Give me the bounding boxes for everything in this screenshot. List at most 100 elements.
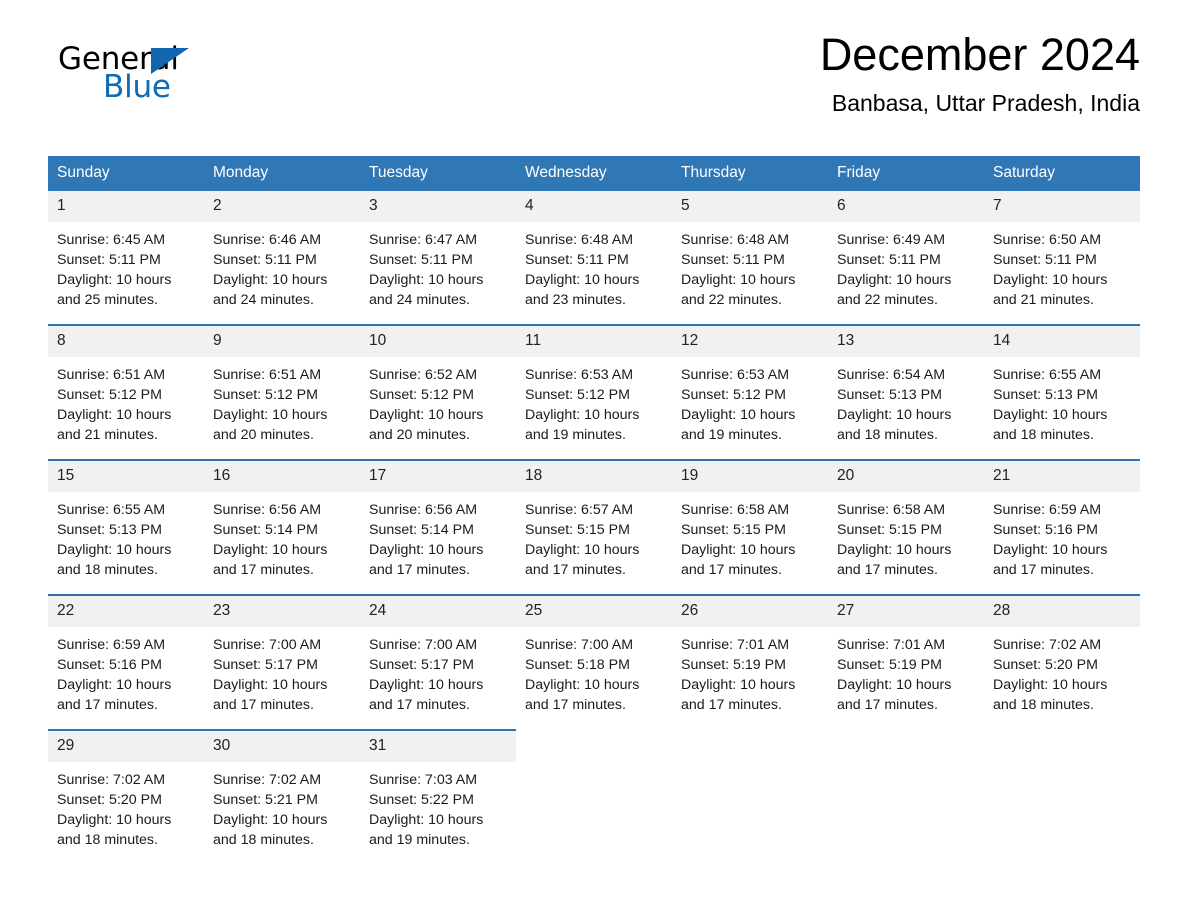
day-number: 17 [360,461,516,492]
calendar-day-cell[interactable]: 16 Sunrise: 6:56 AM Sunset: 5:14 PM Dayligh… [204,459,360,595]
daylight-text-line1: Daylight: 10 hours [57,677,172,693]
calendar-day-cell[interactable]: 6 Sunrise: 6:49 AM Sunset: 5:11 PM Daylight… [828,191,984,325]
sunset-text: Sunset: 5:11 PM [837,252,941,268]
daylight-text-line1: Daylight: 10 hours [525,407,640,423]
calendar-day-cell[interactable]: 14 Sunrise: 6:55 AM Sunset: 5:13 PM Dayligh… [984,324,1140,460]
calendar-day-cell[interactable]: 4 Sunrise: 6:48 AM Sunset: 5:11 PM Daylight… [516,191,672,325]
daylight-text-line2: and 17 minutes. [525,697,626,713]
calendar-day-cell[interactable]: 12 Sunrise: 6:53 AM Sunset: 5:12 PM Dayligh… [672,324,828,460]
daylight-text-line1: Daylight: 10 hours [681,542,796,558]
day-details: Sunrise: 6:50 AM Sunset: 5:11 PM Daylight:… [984,222,1140,310]
sunset-text: Sunset: 5:13 PM [993,387,1098,403]
calendar-day-cell[interactable]: 8 Sunrise: 6:51 AM Sunset: 5:12 PM Daylight… [48,324,204,460]
calendar-day-cell[interactable]: 22 Sunrise: 6:59 AM Sunset: 5:16 PM Dayligh… [48,594,204,730]
sunrise-text: Sunrise: 7:02 AM [57,772,166,788]
day-number: 11 [516,326,672,357]
calendar-day-cell[interactable]: 24 Sunrise: 7:00 AM Sunset: 5:17 PM Dayligh… [360,594,516,730]
calendar-day-cell[interactable]: 30 Sunrise: 7:02 AM Sunset: 5:21 PM Dayligh… [204,729,360,864]
weekday-header-wednesday: Wednesday [516,156,672,191]
daylight-text-line1: Daylight: 10 hours [837,407,952,423]
day-number: 21 [984,461,1140,492]
daylight-text-line2: and 17 minutes. [681,697,782,713]
calendar-day-cell[interactable]: 23 Sunrise: 7:00 AM Sunset: 5:17 PM Dayligh… [204,594,360,730]
calendar-day-cell[interactable]: 9 Sunrise: 6:51 AM Sunset: 5:12 PM Daylight… [204,324,360,460]
daylight-text-line1: Daylight: 10 hours [993,542,1108,558]
sunrise-text: Sunrise: 6:57 AM [525,502,634,518]
sunset-text: Sunset: 5:21 PM [213,792,318,808]
day-details: Sunrise: 7:02 AM Sunset: 5:21 PM Daylight:… [204,762,360,850]
sunset-text: Sunset: 5:13 PM [837,387,942,403]
calendar-day-cell[interactable]: 1 Sunrise: 6:45 AM Sunset: 5:11 PM Daylight… [48,191,204,325]
day-number: 9 [204,326,360,357]
sunset-text: Sunset: 5:15 PM [681,522,786,538]
daylight-text-line2: and 18 minutes. [993,427,1094,443]
calendar-day-cell[interactable]: 3 Sunrise: 6:47 AM Sunset: 5:11 PM Daylight… [360,191,516,325]
day-details: Sunrise: 6:51 AM Sunset: 5:12 PM Daylight:… [204,357,360,445]
calendar-day-cell[interactable]: 31 Sunrise: 7:03 AM Sunset: 5:22 PM Dayligh… [360,729,516,864]
calendar-day-cell[interactable]: 18 Sunrise: 6:57 AM Sunset: 5:15 PM Dayligh… [516,459,672,595]
calendar-empty-cell [516,730,672,864]
daylight-text-line1: Daylight: 10 hours [681,677,796,693]
sunrise-text: Sunrise: 6:48 AM [681,232,790,248]
sunset-text: Sunset: 5:12 PM [525,387,630,403]
daylight-text-line2: and 22 minutes. [681,292,782,308]
daylight-text-line2: and 19 minutes. [525,427,626,443]
daylight-text-line2: and 17 minutes. [57,697,158,713]
sunrise-text: Sunrise: 6:56 AM [213,502,322,518]
day-details: Sunrise: 7:01 AM Sunset: 5:19 PM Daylight:… [828,627,984,715]
calendar-day-cell[interactable]: 7 Sunrise: 6:50 AM Sunset: 5:11 PM Daylight… [984,191,1140,325]
day-details: Sunrise: 7:00 AM Sunset: 5:17 PM Daylight:… [204,627,360,715]
day-details: Sunrise: 6:51 AM Sunset: 5:12 PM Daylight:… [48,357,204,445]
sunrise-text: Sunrise: 6:58 AM [837,502,946,518]
day-details: Sunrise: 6:53 AM Sunset: 5:12 PM Daylight:… [672,357,828,445]
calendar-day-cell[interactable]: 21 Sunrise: 6:59 AM Sunset: 5:16 PM Dayligh… [984,459,1140,595]
calendar-day-cell[interactable]: 13 Sunrise: 6:54 AM Sunset: 5:13 PM Dayligh… [828,324,984,460]
calendar-day-cell[interactable]: 26 Sunrise: 7:01 AM Sunset: 5:19 PM Dayligh… [672,594,828,730]
calendar-day-cell[interactable]: 5 Sunrise: 6:48 AM Sunset: 5:11 PM Daylight… [672,191,828,325]
day-number: 5 [672,191,828,222]
sunrise-text: Sunrise: 7:00 AM [213,637,322,653]
sunset-text: Sunset: 5:11 PM [213,252,317,268]
sunset-text: Sunset: 5:17 PM [369,657,474,673]
daylight-text-line1: Daylight: 10 hours [681,407,796,423]
sunrise-text: Sunrise: 6:59 AM [993,502,1102,518]
daylight-text-line2: and 18 minutes. [57,832,158,848]
daylight-text-line2: and 17 minutes. [837,697,938,713]
calendar-day-cell[interactable]: 15 Sunrise: 6:55 AM Sunset: 5:13 PM Dayligh… [48,459,204,595]
day-details: Sunrise: 6:58 AM Sunset: 5:15 PM Daylight:… [672,492,828,580]
day-details: Sunrise: 6:49 AM Sunset: 5:11 PM Daylight:… [828,222,984,310]
weekday-header-thursday: Thursday [672,156,828,191]
day-number: 12 [672,326,828,357]
sunset-text: Sunset: 5:16 PM [993,522,1098,538]
sunrise-text: Sunrise: 7:02 AM [213,772,322,788]
generalblue-logo[interactable]: General Blue [48,42,198,106]
calendar-week-row: 22 Sunrise: 6:59 AM Sunset: 5:16 PM Dayligh… [48,594,1140,730]
daylight-text-line2: and 18 minutes. [993,697,1094,713]
daylight-text-line2: and 18 minutes. [213,832,314,848]
sunrise-text: Sunrise: 6:52 AM [369,367,478,383]
calendar-day-cell[interactable]: 11 Sunrise: 6:53 AM Sunset: 5:12 PM Dayligh… [516,324,672,460]
day-details: Sunrise: 6:59 AM Sunset: 5:16 PM Daylight:… [48,627,204,715]
calendar-day-cell[interactable]: 25 Sunrise: 7:00 AM Sunset: 5:18 PM Dayligh… [516,594,672,730]
calendar-day-cell[interactable]: 20 Sunrise: 6:58 AM Sunset: 5:15 PM Dayligh… [828,459,984,595]
day-details: Sunrise: 6:59 AM Sunset: 5:16 PM Daylight:… [984,492,1140,580]
daylight-text-line1: Daylight: 10 hours [525,272,640,288]
calendar-day-cell[interactable]: 2 Sunrise: 6:46 AM Sunset: 5:11 PM Daylight… [204,191,360,325]
sunrise-text: Sunrise: 7:00 AM [369,637,478,653]
daylight-text-line1: Daylight: 10 hours [369,407,484,423]
daylight-text-line1: Daylight: 10 hours [369,812,484,828]
day-number: 2 [204,191,360,222]
daylight-text-line1: Daylight: 10 hours [213,677,328,693]
day-number: 28 [984,596,1140,627]
daylight-text-line2: and 21 minutes. [993,292,1094,308]
daylight-text-line2: and 22 minutes. [837,292,938,308]
daylight-text-line1: Daylight: 10 hours [57,407,172,423]
calendar-day-cell[interactable]: 29 Sunrise: 7:02 AM Sunset: 5:20 PM Dayligh… [48,729,204,864]
calendar-day-cell[interactable]: 19 Sunrise: 6:58 AM Sunset: 5:15 PM Dayligh… [672,459,828,595]
day-number: 19 [672,461,828,492]
calendar-day-cell[interactable]: 17 Sunrise: 6:56 AM Sunset: 5:14 PM Dayligh… [360,459,516,595]
calendar-day-cell[interactable]: 27 Sunrise: 7:01 AM Sunset: 5:19 PM Dayligh… [828,594,984,730]
calendar-day-cell[interactable]: 28 Sunrise: 7:02 AM Sunset: 5:20 PM Dayligh… [984,594,1140,730]
calendar-day-cell[interactable]: 10 Sunrise: 6:52 AM Sunset: 5:12 PM Dayligh… [360,324,516,460]
sunset-text: Sunset: 5:11 PM [993,252,1097,268]
